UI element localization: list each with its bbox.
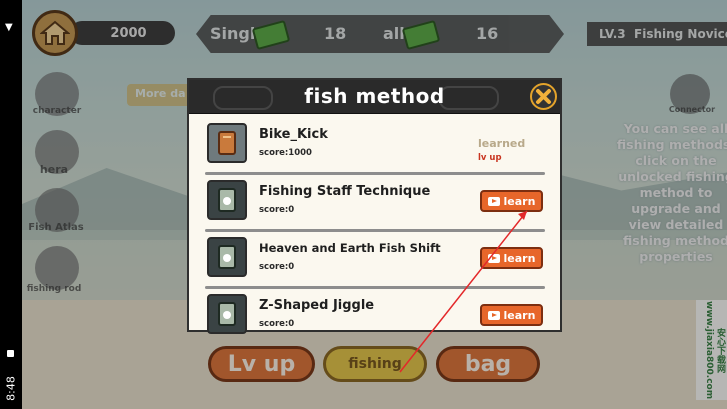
- annotation-arrow: [399, 210, 528, 373]
